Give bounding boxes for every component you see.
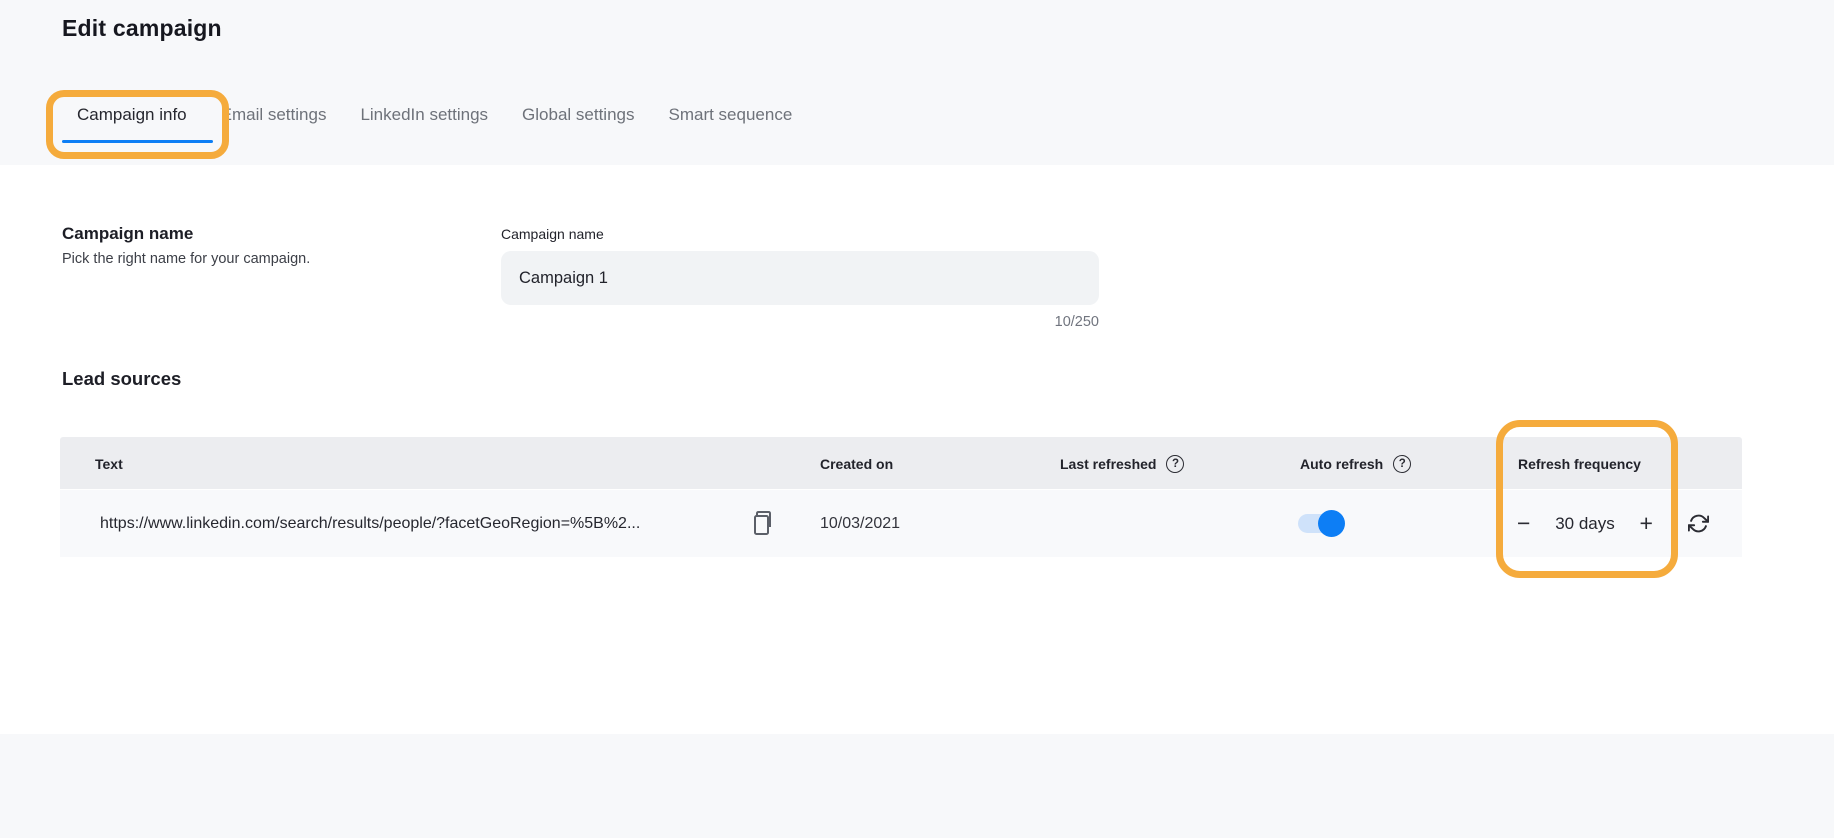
refresh-frequency-stepper: − 30 days +: [1515, 490, 1655, 557]
column-header-created-on: Created on: [820, 437, 893, 490]
footer-bar: Cancel Save: [0, 734, 1834, 838]
help-icon[interactable]: ?: [1166, 455, 1184, 473]
edit-campaign-screen: Edit campaign Campaign info Email settin…: [0, 0, 1834, 838]
header-band: Edit campaign Campaign info Email settin…: [0, 0, 1834, 165]
refresh-now-icon[interactable]: [1688, 490, 1709, 557]
campaign-name-description: Pick the right name for your campaign.: [62, 251, 310, 267]
campaign-name-input-label: Campaign name: [501, 226, 604, 242]
active-tab-underline: [62, 140, 213, 143]
tab-campaign-info[interactable]: Campaign info: [77, 105, 187, 125]
campaign-name-heading: Campaign name: [62, 224, 193, 244]
lead-source-created-on: 10/03/2021: [820, 490, 900, 557]
toggle-knob[interactable]: [1318, 510, 1345, 537]
lead-source-url[interactable]: https://www.linkedin.com/search/results/…: [100, 490, 640, 557]
tab-global-settings[interactable]: Global settings: [522, 105, 634, 125]
decrease-frequency-button[interactable]: −: [1515, 512, 1532, 535]
refresh-frequency-value: 30 days: [1555, 514, 1615, 534]
tab-linkedin-settings[interactable]: LinkedIn settings: [360, 105, 488, 125]
lead-sources-table: Text Created on Last refreshed ? Auto re…: [60, 437, 1742, 557]
campaign-name-input[interactable]: [501, 251, 1099, 305]
column-header-refresh-frequency: Refresh frequency: [1518, 437, 1641, 490]
copy-icon[interactable]: [752, 490, 775, 557]
column-header-last-refreshed: Last refreshed ?: [1060, 437, 1184, 490]
char-count: 10/250: [501, 314, 1099, 330]
page-title: Edit campaign: [62, 15, 222, 42]
increase-frequency-button[interactable]: +: [1638, 512, 1655, 535]
tab-smart-sequence[interactable]: Smart sequence: [669, 105, 793, 125]
lead-source-row: https://www.linkedin.com/search/results/…: [60, 490, 1742, 557]
column-header-auto-refresh: Auto refresh ?: [1300, 437, 1411, 490]
lead-sources-heading: Lead sources: [62, 368, 181, 390]
column-header-text: Text: [95, 437, 123, 490]
tab-bar: Campaign info Email settings LinkedIn se…: [77, 105, 792, 125]
toggle-track[interactable]: [1298, 514, 1342, 533]
auto-refresh-toggle[interactable]: [1298, 490, 1342, 557]
help-icon[interactable]: ?: [1393, 455, 1411, 473]
tab-email-settings[interactable]: Email settings: [221, 105, 327, 125]
table-header-row: Text Created on Last refreshed ? Auto re…: [60, 437, 1742, 490]
